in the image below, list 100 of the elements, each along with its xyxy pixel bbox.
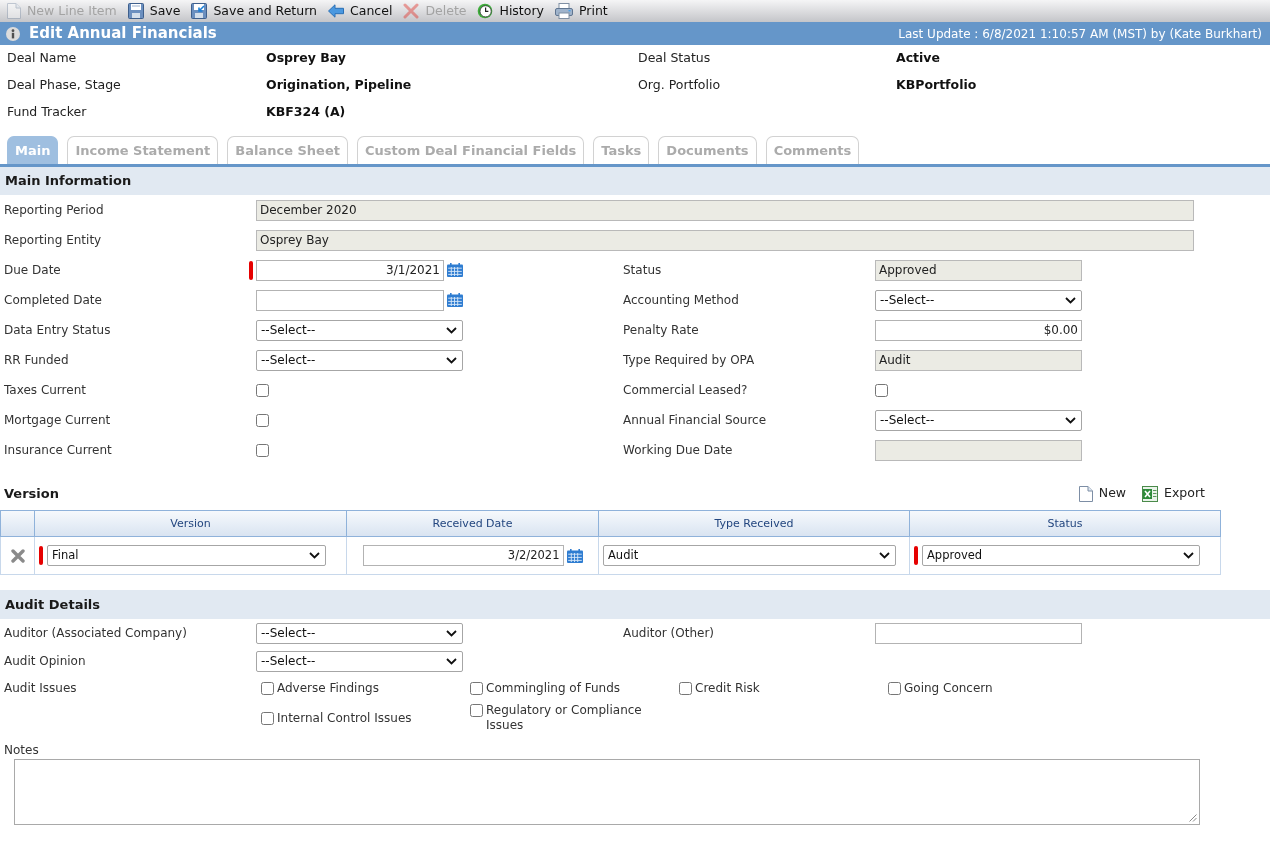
column-header: Type Received [714, 517, 794, 531]
checkbox[interactable] [470, 681, 483, 695]
checkbox[interactable] [679, 681, 692, 695]
dropdown[interactable]: --Select-- [875, 289, 1082, 311]
dropdown[interactable]: --Select-- [875, 409, 1082, 431]
field-label: Insurance Current [4, 442, 112, 459]
checkbox-label: Adverse Findings [277, 680, 379, 696]
column-header: Status [1047, 517, 1083, 531]
checkbox-label: Commingling of Funds [486, 680, 621, 696]
field-value: Origination, Pipeline [266, 76, 412, 95]
read-only-field: Audit [875, 349, 1082, 371]
field-label: Type Required by OPA [623, 352, 755, 369]
field-label: RR Funded [4, 352, 69, 369]
checkbox-label: Credit Risk [695, 680, 760, 696]
column-header: Version [170, 517, 211, 531]
field-label: Auditor (Associated Company) [4, 625, 187, 642]
field-label: Reporting Entity [4, 232, 102, 249]
toolbar-button[interactable]: History [477, 1, 544, 21]
chevron-down-icon [446, 629, 457, 637]
checkbox[interactable] [256, 443, 269, 457]
calendar-icon[interactable] [447, 293, 463, 307]
chevron-down-icon [1065, 296, 1076, 304]
dropdown[interactable]: --Select-- [256, 349, 463, 371]
checkbox-label: Going Concern [904, 680, 993, 696]
date-field[interactable] [256, 289, 444, 311]
field-label: Deal Name [7, 49, 77, 68]
clock-icon [477, 3, 494, 19]
field-label: Reporting Period [4, 202, 104, 219]
field-value: Active [896, 49, 940, 68]
page-icon [1078, 485, 1093, 502]
last-update-text: Last Update : 6/8/2021 1:10:57 AM (MST) by (Kate Burkhart) [898, 25, 1262, 43]
dropdown[interactable]: Final [47, 545, 326, 566]
field-label: Due Date [4, 262, 61, 279]
calendar-icon[interactable] [447, 263, 463, 277]
checkbox[interactable] [875, 383, 888, 397]
field-label: Deal Status [638, 49, 711, 68]
checkbox[interactable] [261, 711, 274, 725]
field-label: Deal Phase, Stage [7, 76, 121, 95]
printer-icon [554, 3, 573, 19]
field-value: Osprey Bay [266, 49, 346, 68]
cross-icon[interactable] [10, 548, 25, 563]
text-field[interactable] [875, 622, 1082, 644]
page-icon [7, 3, 21, 19]
field-label: Fund Tracker [7, 103, 87, 122]
notes-field[interactable] [14, 759, 1200, 825]
field-value: KBPortfolio [896, 76, 977, 95]
read-only-field: December 2020 [256, 199, 1194, 221]
field-label: Audit Issues [4, 681, 77, 695]
date-field[interactable]: 3/1/2021 [256, 259, 444, 281]
field-label: Commercial Leased? [623, 382, 748, 399]
checkbox[interactable] [256, 413, 269, 427]
field-label: Working Due Date [623, 442, 733, 459]
chevron-down-icon [879, 552, 890, 559]
dropdown[interactable]: Audit [603, 545, 896, 566]
action-link[interactable]: Export [1142, 484, 1205, 503]
field-label: Penalty Rate [623, 322, 699, 339]
dropdown[interactable]: --Select-- [256, 650, 463, 672]
section-title: Main Information [5, 172, 132, 191]
dropdown[interactable]: Approved [922, 545, 1200, 566]
calendar-icon[interactable] [566, 548, 583, 563]
info-icon [6, 26, 20, 41]
chevron-down-icon [446, 657, 457, 665]
checkbox-label: Regulatory or Compliance Issues [486, 703, 643, 733]
field-label: Status [623, 262, 662, 279]
field-label: Notes [4, 742, 39, 759]
action-link[interactable]: New [1078, 484, 1127, 503]
dropdown[interactable]: --Select-- [256, 319, 463, 341]
field-label: Taxes Current [4, 382, 86, 399]
cross-icon [403, 3, 420, 19]
checkbox-label: Internal Control Issues [277, 710, 412, 726]
field-label: Annual Financial Source [623, 412, 767, 429]
page-title: Edit Annual Financials [29, 23, 217, 45]
field-label: Org. Portfolio [638, 76, 721, 95]
field-label: Accounting Method [623, 292, 739, 309]
checkbox[interactable] [888, 681, 901, 695]
field-label: Completed Date [4, 292, 102, 309]
field-label: Mortgage Current [4, 412, 111, 429]
dropdown[interactable]: --Select-- [256, 622, 463, 644]
section-title: Version [4, 484, 59, 503]
section-title: Audit Details [5, 595, 101, 614]
resize-grip-icon[interactable] [1189, 814, 1197, 822]
field-label: Audit Opinion [4, 653, 86, 670]
toolbar-button[interactable]: Save [127, 1, 181, 21]
checkbox[interactable] [470, 704, 483, 717]
field-label: Data Entry Status [4, 322, 111, 339]
left-arrow-icon [328, 4, 345, 18]
checkbox[interactable] [256, 383, 269, 397]
chevron-down-icon [446, 326, 457, 334]
checkbox[interactable] [261, 681, 274, 695]
toolbar-button[interactable]: Cancel [328, 1, 393, 21]
chevron-down-icon [1065, 416, 1076, 424]
toolbar-button[interactable]: Save and Return [191, 1, 318, 21]
read-only-field: Osprey Bay [256, 229, 1194, 251]
read-only-field: Approved [875, 259, 1082, 281]
text-field[interactable]: $0.00 [875, 319, 1082, 341]
toolbar-button[interactable]: Print [554, 1, 608, 21]
chevron-down-icon [309, 552, 320, 559]
column-header: Received Date [432, 517, 513, 531]
date-field[interactable]: 3/2/2021 [362, 545, 564, 566]
chevron-down-icon [1183, 552, 1194, 559]
